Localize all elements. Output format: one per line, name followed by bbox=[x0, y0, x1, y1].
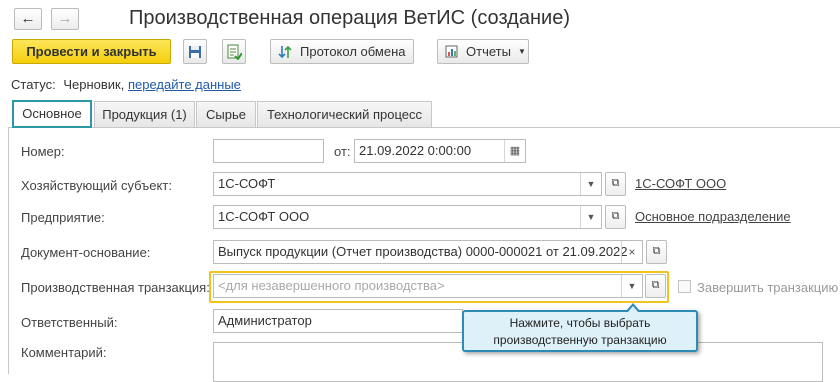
panel-border bbox=[8, 127, 9, 374]
base-doc-open-button[interactable]: ⧉ bbox=[646, 240, 667, 264]
finish-transaction-checkbox[interactable] bbox=[678, 280, 691, 293]
back-button[interactable]: ← bbox=[14, 8, 42, 30]
transaction-field[interactable]: <для незавершенного производства> ▼ bbox=[213, 274, 643, 298]
entity-value: 1С-СОФТ bbox=[218, 176, 276, 191]
open-icon: ⧉ bbox=[611, 177, 620, 189]
status-label: Статус: bbox=[11, 77, 56, 92]
chevron-down-icon: ▼ bbox=[518, 47, 526, 56]
open-icon: ⧉ bbox=[652, 245, 661, 257]
entity-link[interactable]: 1С-СОФТ ООО bbox=[635, 176, 726, 191]
forward-button[interactable]: → bbox=[51, 8, 79, 30]
tab-tech-process[interactable]: Технологический процесс bbox=[257, 101, 432, 127]
transaction-label: Производственная транзакция: bbox=[21, 280, 210, 295]
window-title: Производственная операция ВетИС (создани… bbox=[129, 7, 570, 29]
tab-products[interactable]: Продукция (1) bbox=[94, 101, 195, 127]
post-document-icon bbox=[227, 44, 243, 61]
transaction-dropdown-icon[interactable]: ▼ bbox=[621, 275, 642, 297]
comment-label: Комментарий: bbox=[21, 345, 107, 360]
exchange-log-label: Протокол обмена bbox=[300, 44, 406, 59]
tab-divider bbox=[8, 127, 840, 128]
entity-dropdown-icon[interactable]: ▼ bbox=[580, 173, 601, 195]
number-label: Номер: bbox=[21, 144, 65, 159]
calendar-icon[interactable]: ▦ bbox=[504, 140, 525, 162]
exchange-icon bbox=[278, 45, 292, 59]
entity-open-button[interactable]: ⧉ bbox=[605, 172, 626, 196]
transaction-placeholder: <для незавершенного производства> bbox=[218, 278, 445, 293]
clear-icon[interactable]: × bbox=[621, 241, 642, 263]
arrow-right-icon: → bbox=[57, 10, 73, 27]
post-button[interactable] bbox=[222, 39, 246, 64]
date-value: 21.09.2022 0:00:00 bbox=[359, 143, 472, 158]
number-input[interactable] bbox=[213, 139, 324, 163]
reports-button[interactable]: Отчеты ▼ bbox=[437, 39, 529, 64]
floppy-disk-icon bbox=[189, 46, 201, 58]
tooltip-line-1: Нажмите, чтобы выбрать bbox=[509, 316, 651, 330]
open-icon: ⧉ bbox=[611, 210, 620, 222]
enterprise-label: Предприятие: bbox=[21, 210, 105, 225]
enterprise-dropdown-icon[interactable]: ▼ bbox=[580, 206, 601, 228]
open-icon: ⧉ bbox=[651, 279, 660, 291]
status-line: Статус: Черновик, передайте данные bbox=[11, 77, 241, 92]
arrow-left-icon: ← bbox=[20, 10, 36, 27]
enterprise-field[interactable]: 1С-СОФТ ООО ▼ bbox=[213, 205, 602, 229]
base-doc-value: Выпуск продукции (Отчет производства) 00… bbox=[218, 244, 628, 259]
post-and-close-button[interactable]: Провести и закрыть bbox=[12, 39, 171, 64]
date-input[interactable]: 21.09.2022 0:00:00 ▦ bbox=[354, 139, 526, 163]
responsible-field[interactable]: Администратор bbox=[213, 309, 463, 333]
entity-label: Хозяйствующий субъект: bbox=[21, 178, 172, 193]
tooltip-line-2: производственную транзакцию bbox=[493, 333, 667, 347]
save-button[interactable] bbox=[183, 39, 207, 64]
base-doc-label: Документ-основание: bbox=[21, 245, 151, 260]
transaction-open-button[interactable]: ⧉ bbox=[645, 274, 666, 298]
reports-label: Отчеты bbox=[466, 44, 511, 59]
enterprise-open-button[interactable]: ⧉ bbox=[605, 205, 626, 229]
hint-tooltip: Нажмите, чтобы выбрать производственную … bbox=[462, 303, 698, 352]
reports-icon bbox=[445, 45, 458, 58]
responsible-label: Ответственный: bbox=[21, 315, 118, 330]
exchange-log-button[interactable]: Протокол обмена bbox=[270, 39, 414, 64]
send-data-link[interactable]: передайте данные bbox=[128, 77, 241, 92]
date-label: от: bbox=[334, 144, 351, 159]
enterprise-value: 1С-СОФТ ООО bbox=[218, 209, 310, 224]
enterprise-link[interactable]: Основное подразделение bbox=[635, 209, 791, 224]
base-doc-field[interactable]: Выпуск продукции (Отчет производства) 00… bbox=[213, 240, 643, 264]
entity-field[interactable]: 1С-СОФТ ▼ bbox=[213, 172, 602, 196]
finish-transaction-label: Завершить транзакцию bbox=[697, 280, 839, 295]
tab-main[interactable]: Основное bbox=[12, 100, 92, 128]
status-value: Черновик, bbox=[63, 77, 125, 92]
tab-raw-materials[interactable]: Сырье bbox=[196, 101, 256, 127]
